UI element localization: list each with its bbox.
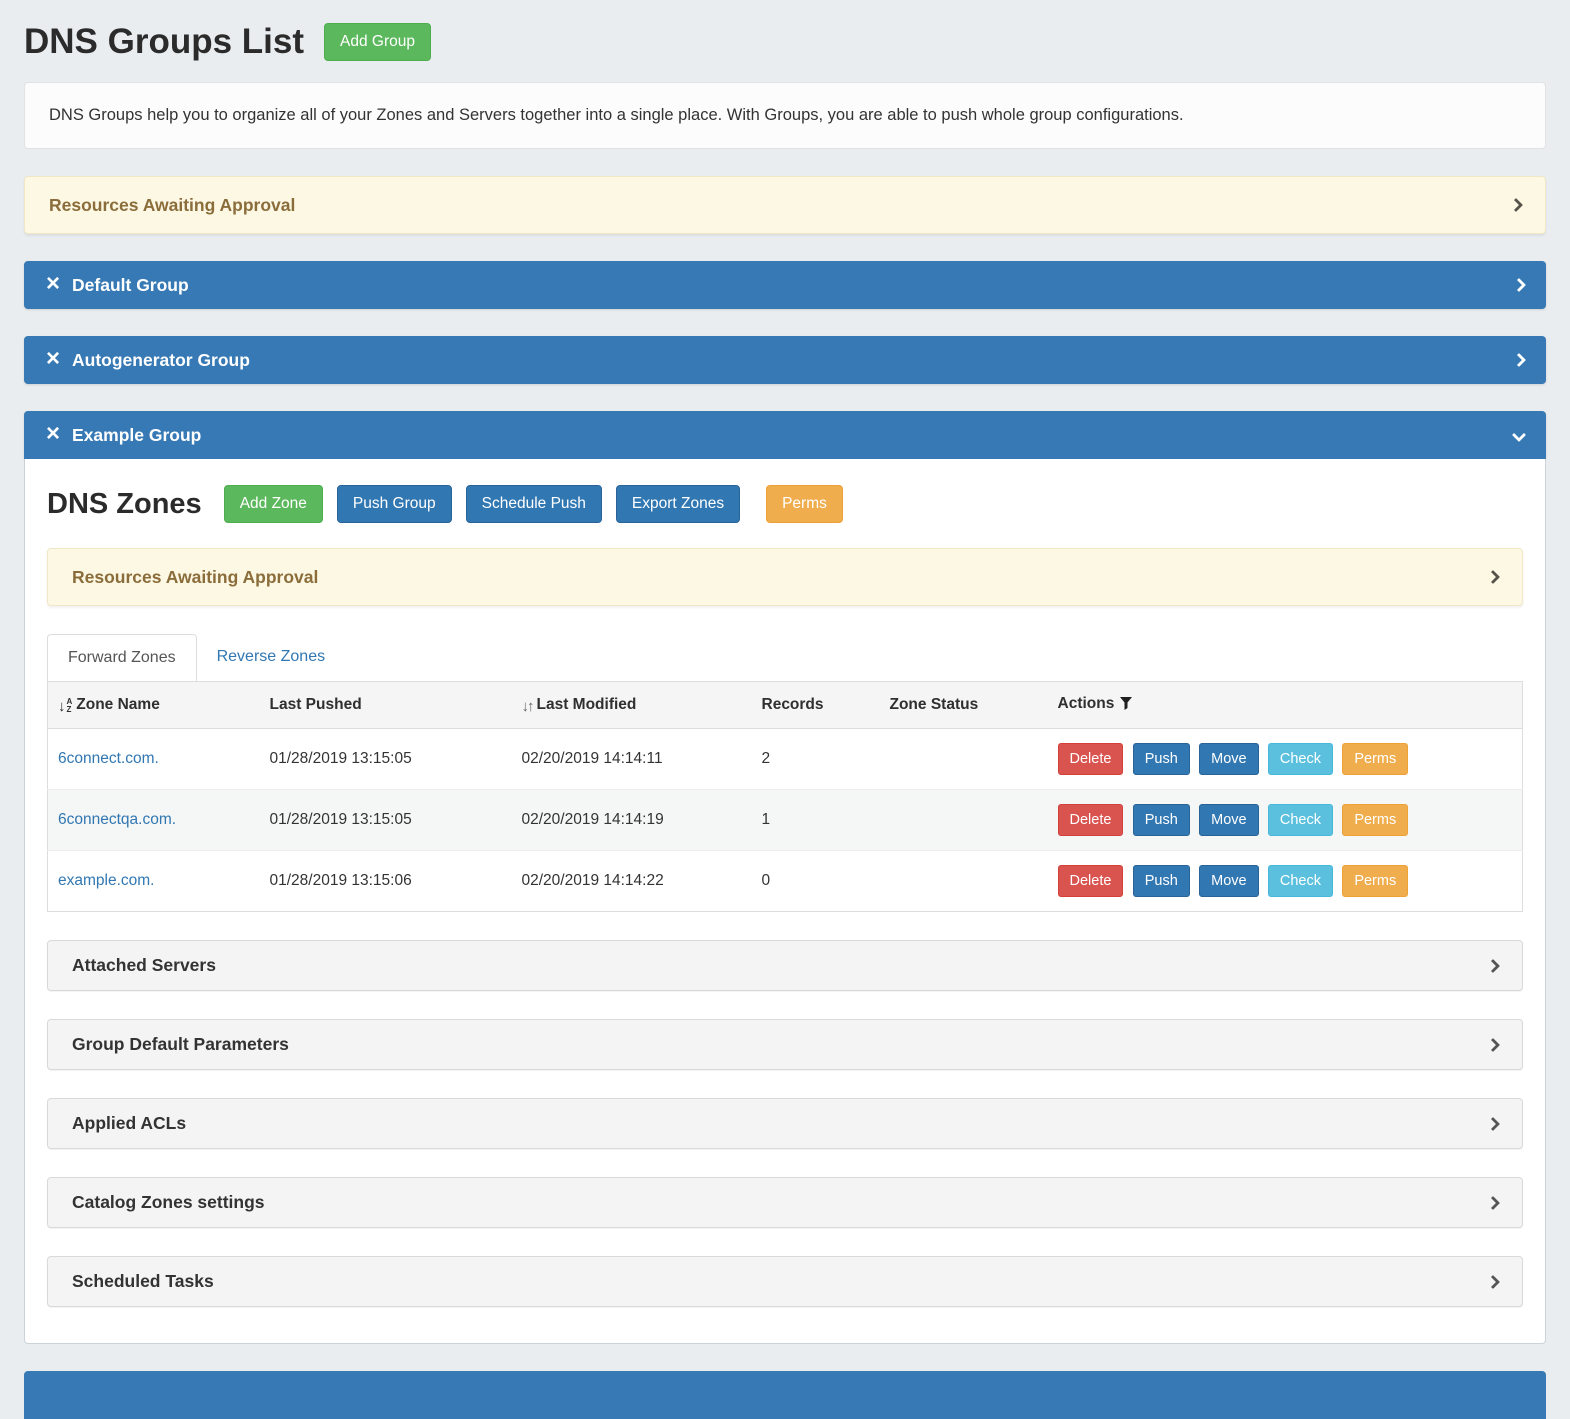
perms-button[interactable]: Perms [766, 485, 843, 523]
intro-box: DNS Groups help you to organize all of y… [24, 82, 1546, 149]
records-value: 2 [752, 729, 880, 790]
section-label: Scheduled Tasks [72, 1271, 214, 1292]
awaiting-approval-panel[interactable]: Resources Awaiting Approval [24, 176, 1546, 234]
dns-groups-page: DNS Groups List Add Group DNS Groups hel… [0, 0, 1570, 1419]
push-group-button[interactable]: Push Group [337, 485, 452, 523]
chevron-right-icon [1486, 570, 1500, 584]
column-actions[interactable]: Actions [1048, 682, 1523, 729]
table-header-row: ↓AZZone Name Last Pushed ↓↑Last Modified… [48, 682, 1523, 729]
intro-text: DNS Groups help you to organize all of y… [49, 106, 1184, 124]
last-pushed-value: 01/28/2019 13:15:05 [260, 790, 512, 851]
zone-status-value [880, 851, 1048, 912]
page-header: DNS Groups List Add Group [24, 22, 1546, 62]
chevron-right-icon [1512, 353, 1526, 367]
close-icon[interactable]: × [46, 347, 60, 371]
chevron-right-icon [1486, 1116, 1500, 1130]
awaiting-approval-panel-inner[interactable]: Resources Awaiting Approval [47, 548, 1523, 606]
push-button[interactable]: Push [1133, 804, 1190, 836]
section-catalog-zones-settings[interactable]: Catalog Zones settings [47, 1177, 1523, 1228]
example-group-body: DNS Zones Add Zone Push Group Schedule P… [24, 459, 1546, 1344]
table-row: example.com. 01/28/2019 13:15:06 02/20/2… [48, 851, 1523, 912]
perms-button[interactable]: Perms [1342, 743, 1408, 775]
chevron-right-icon [1509, 198, 1523, 212]
close-icon[interactable]: × [46, 272, 60, 296]
last-modified-value: 02/20/2019 14:14:22 [512, 851, 752, 912]
column-records[interactable]: Records [752, 682, 880, 729]
zone-tabs: Forward Zones Reverse Zones [47, 634, 1523, 682]
records-value: 1 [752, 790, 880, 851]
group-name: Example Group [72, 425, 1514, 446]
zones-table: ↓AZZone Name Last Pushed ↓↑Last Modified… [47, 682, 1523, 912]
section-applied-acls[interactable]: Applied ACLs [47, 1098, 1523, 1149]
perms-button[interactable]: Perms [1342, 865, 1408, 897]
check-button[interactable]: Check [1268, 804, 1333, 836]
column-zone-status[interactable]: Zone Status [880, 682, 1048, 729]
chevron-right-icon [1512, 278, 1526, 292]
check-button[interactable]: Check [1268, 743, 1333, 775]
chevron-right-icon [1486, 1274, 1500, 1288]
chevron-right-icon [1486, 1037, 1500, 1051]
partial-group-header[interactable] [24, 1371, 1546, 1419]
page-title: DNS Groups List [24, 22, 304, 62]
column-last-modified[interactable]: ↓↑Last Modified [512, 682, 752, 729]
awaiting-approval-label: Resources Awaiting Approval [72, 567, 318, 588]
add-group-button[interactable]: Add Group [324, 23, 431, 61]
awaiting-approval-label: Resources Awaiting Approval [49, 195, 295, 216]
move-button[interactable]: Move [1199, 865, 1258, 897]
zone-status-value [880, 790, 1048, 851]
table-row: 6connect.com. 01/28/2019 13:15:05 02/20/… [48, 729, 1523, 790]
filter-icon[interactable] [1120, 697, 1132, 715]
add-zone-button[interactable]: Add Zone [224, 485, 323, 523]
section-group-default-parameters[interactable]: Group Default Parameters [47, 1019, 1523, 1070]
group-header-autogenerator[interactable]: × Autogenerator Group [24, 336, 1546, 384]
tab-reverse-zones[interactable]: Reverse Zones [197, 634, 346, 681]
zone-name-link[interactable]: 6connect.com. [58, 750, 159, 767]
last-modified-value: 02/20/2019 14:14:19 [512, 790, 752, 851]
schedule-push-button[interactable]: Schedule Push [466, 485, 602, 523]
move-button[interactable]: Move [1199, 804, 1258, 836]
dns-zones-toolbar: DNS Zones Add Zone Push Group Schedule P… [47, 485, 1523, 523]
last-modified-value: 02/20/2019 14:14:11 [512, 729, 752, 790]
tab-forward-zones[interactable]: Forward Zones [47, 634, 197, 681]
zone-status-value [880, 729, 1048, 790]
sort-alpha-icon: ↓AZ [58, 698, 72, 715]
export-zones-button[interactable]: Export Zones [616, 485, 740, 523]
section-label: Applied ACLs [72, 1113, 186, 1134]
zone-name-link[interactable]: example.com. [58, 872, 154, 889]
check-button[interactable]: Check [1268, 865, 1333, 897]
group-header-default[interactable]: × Default Group [24, 261, 1546, 309]
close-icon[interactable]: × [46, 422, 60, 446]
chevron-right-icon [1486, 1195, 1500, 1209]
group-header-example[interactable]: × Example Group [24, 411, 1546, 459]
last-pushed-value: 01/28/2019 13:15:05 [260, 729, 512, 790]
delete-button[interactable]: Delete [1058, 743, 1124, 775]
delete-button[interactable]: Delete [1058, 865, 1124, 897]
section-attached-servers[interactable]: Attached Servers [47, 940, 1523, 991]
section-scheduled-tasks[interactable]: Scheduled Tasks [47, 1256, 1523, 1307]
section-label: Attached Servers [72, 955, 216, 976]
section-label: Catalog Zones settings [72, 1192, 265, 1213]
chevron-down-icon [1512, 428, 1526, 442]
group-name: Default Group [72, 275, 1514, 296]
dns-zones-title: DNS Zones [47, 488, 202, 521]
push-button[interactable]: Push [1133, 865, 1190, 897]
last-pushed-value: 01/28/2019 13:15:06 [260, 851, 512, 912]
chevron-right-icon [1486, 958, 1500, 972]
zone-name-link[interactable]: 6connectqa.com. [58, 811, 176, 828]
section-label: Group Default Parameters [72, 1034, 289, 1055]
sort-updown-icon: ↓↑ [522, 698, 533, 715]
perms-button[interactable]: Perms [1342, 804, 1408, 836]
delete-button[interactable]: Delete [1058, 804, 1124, 836]
table-row: 6connectqa.com. 01/28/2019 13:15:05 02/2… [48, 790, 1523, 851]
column-last-pushed[interactable]: Last Pushed [260, 682, 512, 729]
group-name: Autogenerator Group [72, 350, 1514, 371]
push-button[interactable]: Push [1133, 743, 1190, 775]
move-button[interactable]: Move [1199, 743, 1258, 775]
records-value: 0 [752, 851, 880, 912]
column-zone-name[interactable]: ↓AZZone Name [48, 682, 260, 729]
